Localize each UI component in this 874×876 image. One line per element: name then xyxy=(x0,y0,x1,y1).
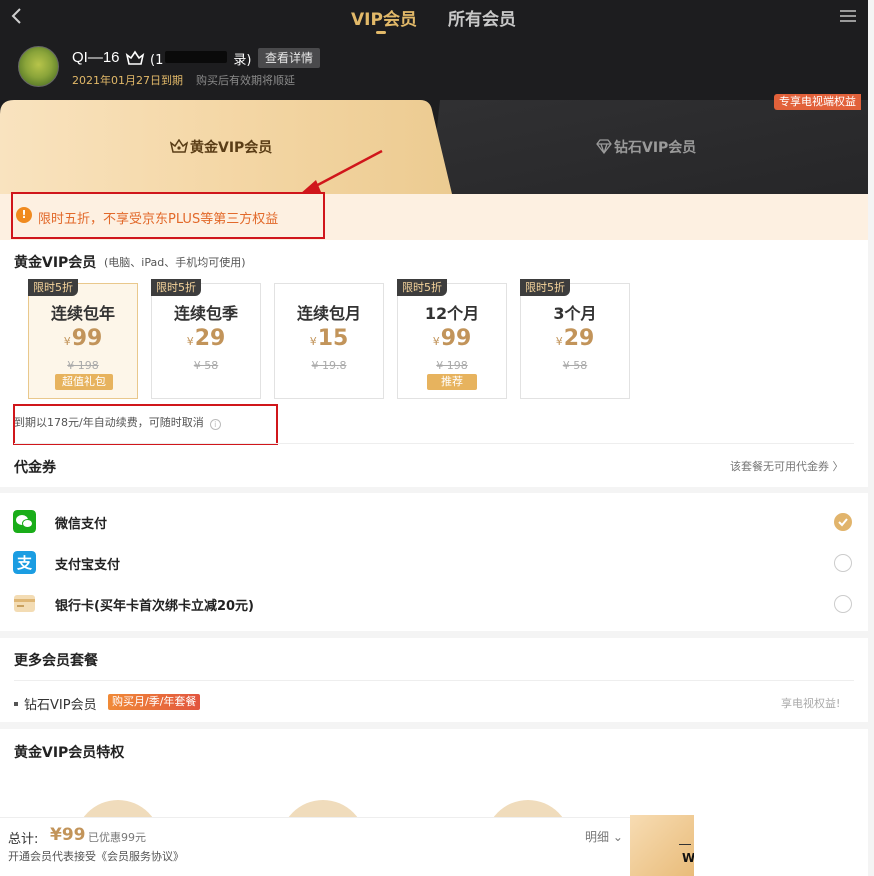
diamond-icon xyxy=(596,139,612,155)
tv-benefit-badge: 专享电视端权益 xyxy=(774,94,861,110)
divider xyxy=(14,680,854,681)
coupon-select-link[interactable]: 该套餐无可用代金券 〉 xyxy=(730,458,844,474)
more-packages-title: 更多会员套餐 xyxy=(14,653,98,669)
plan-name: 连续包月 xyxy=(296,304,361,323)
checkmark-icon xyxy=(838,518,848,527)
tab-bar: VIP会员 所有会员 xyxy=(0,0,868,36)
username: QI—16 xyxy=(72,49,120,66)
plan-discount-tag: 限时5折 xyxy=(28,279,78,296)
expire-date: 2021年01月27日到期 xyxy=(72,74,183,87)
plan-original-price: ¥ 198 xyxy=(436,359,468,372)
plans-subtitle: (电脑、iPad、手机均可使用) xyxy=(104,256,246,269)
tier-gold-label: 黄金VIP会员 xyxy=(169,137,272,157)
divider xyxy=(14,443,854,444)
diamond-promo-tag: 购买月/季/年套餐 xyxy=(108,694,201,710)
plan-badge: 超值礼包 xyxy=(55,374,113,390)
vip-crown-icon xyxy=(125,50,145,65)
price-detail-button[interactable]: 明细 ⌄ xyxy=(585,828,623,845)
bank-card-icon xyxy=(14,595,35,612)
blank-area xyxy=(694,817,868,876)
svg-text:支: 支 xyxy=(16,554,33,572)
annotation-box-renew xyxy=(13,404,278,445)
plan-name: 3个月 xyxy=(553,304,597,323)
avatar xyxy=(18,46,59,87)
plan-name: 连续包季 xyxy=(173,304,238,323)
alipay-radio[interactable] xyxy=(834,554,852,572)
service-agreement[interactable]: 开通会员代表接受《会员服务协议》 xyxy=(8,848,184,864)
plan-name: 12个月 xyxy=(424,304,480,323)
annotation-box-notice xyxy=(11,192,325,239)
view-details-button[interactable]: 查看详情 xyxy=(258,48,321,68)
pay-button-label: W xyxy=(682,851,694,865)
plan-original-price: ¥ 198 xyxy=(67,359,99,372)
bank-card-label: 银行卡(买年卡首次绑卡立减20元) xyxy=(55,599,254,614)
total-label: 总计: xyxy=(8,832,39,847)
tier-diamond-label: 钻石VIP会员 xyxy=(596,137,696,157)
plan-card-3-months[interactable]: 限时5折 3个月 ¥29 ¥ 58 xyxy=(520,279,630,399)
plan-card-12-months[interactable]: 限时5折 12个月 ¥99 ¥ 198 推荐 xyxy=(397,279,507,399)
tab-all-members[interactable]: 所有会员 xyxy=(448,5,516,30)
plan-discount-tag: 限时5折 xyxy=(151,279,201,296)
wechat-icon xyxy=(13,510,36,533)
wechat-pay-radio[interactable] xyxy=(834,513,852,531)
alipay-icon: 支 xyxy=(13,551,36,574)
hamburger-menu-icon[interactable] xyxy=(839,8,857,24)
total-amount: ¥99 xyxy=(50,825,86,845)
plan-discount-tag: 限时5折 xyxy=(397,279,447,296)
plan-card-monthly-auto[interactable]: 连续包月 ¥15 ¥ 19.8 xyxy=(274,283,384,399)
redacted-account xyxy=(165,51,227,63)
plan-card-quarterly-auto[interactable]: 限时5折 连续包季 ¥29 ¥ 58 xyxy=(151,279,261,399)
diamond-vip-item[interactable]: 钻石VIP会员 xyxy=(14,694,97,713)
pay-button[interactable]: W xyxy=(630,815,694,876)
tv-benefit-link[interactable]: 享电视权益! xyxy=(781,695,840,711)
wechat-pay-label: 微信支付 xyxy=(55,517,108,532)
bank-card-radio[interactable] xyxy=(834,595,852,613)
button-line xyxy=(679,844,691,845)
plan-price: ¥29 xyxy=(555,326,595,351)
privileges-title: 黄金VIP会员特权 xyxy=(14,745,125,761)
plan-badge: 推荐 xyxy=(427,374,477,390)
plan-original-price: ¥ 58 xyxy=(193,359,219,372)
plan-price: ¥99 xyxy=(432,326,472,351)
plan-price: ¥99 xyxy=(63,326,103,351)
bullet xyxy=(14,702,18,706)
coupon-label: 代金券 xyxy=(14,460,56,476)
plan-card-annual-auto[interactable]: 限时5折 连续包年 ¥99 ¥ 198 超值礼包 xyxy=(28,279,138,399)
plan-price: ¥29 xyxy=(186,326,226,351)
plan-price: ¥15 xyxy=(309,326,349,351)
plan-original-price: ¥ 58 xyxy=(562,359,588,372)
extend-note: 购买后有效期将顺延 xyxy=(196,74,295,87)
checkout-footer xyxy=(0,817,630,876)
plan-discount-tag: 限时5折 xyxy=(520,279,570,296)
gold-crown-icon xyxy=(169,138,189,153)
alipay-label: 支付宝支付 xyxy=(55,558,121,573)
active-tab-indicator xyxy=(376,31,386,34)
tab-vip-member[interactable]: VIP会员 xyxy=(351,5,417,30)
discount-amount: 已优惠99元 xyxy=(88,831,146,844)
plans-title: 黄金VIP会员 xyxy=(14,255,97,271)
plan-original-price: ¥ 19.8 xyxy=(311,359,347,372)
plan-name: 连续包年 xyxy=(50,304,115,323)
